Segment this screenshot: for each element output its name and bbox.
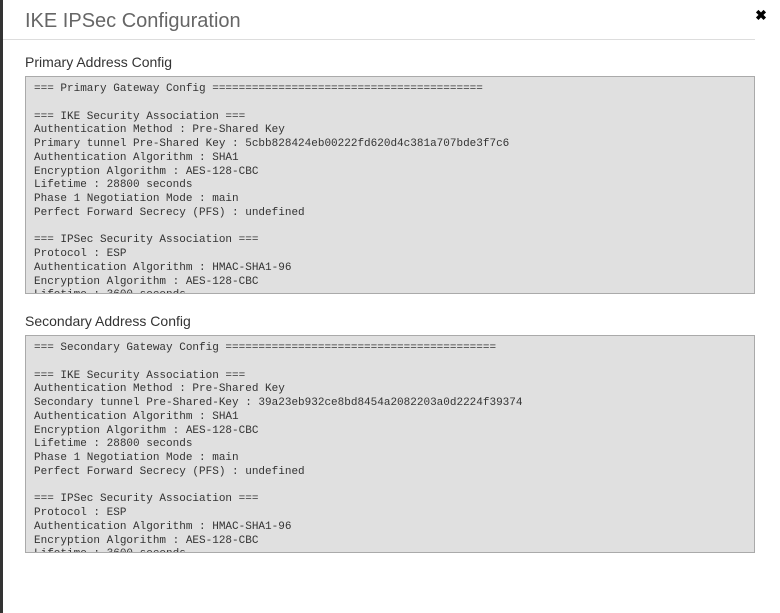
- primary-config-heading: Primary Address Config: [25, 54, 758, 70]
- primary-config-textarea[interactable]: [25, 76, 755, 294]
- close-icon[interactable]: ✖: [752, 6, 770, 24]
- page-title: IKE IPSec Configuration: [3, 0, 755, 40]
- secondary-config-heading: Secondary Address Config: [25, 313, 758, 329]
- secondary-config-section: Secondary Address Config: [3, 313, 780, 558]
- primary-config-section: Primary Address Config: [3, 54, 780, 299]
- secondary-config-textarea[interactable]: [25, 335, 755, 553]
